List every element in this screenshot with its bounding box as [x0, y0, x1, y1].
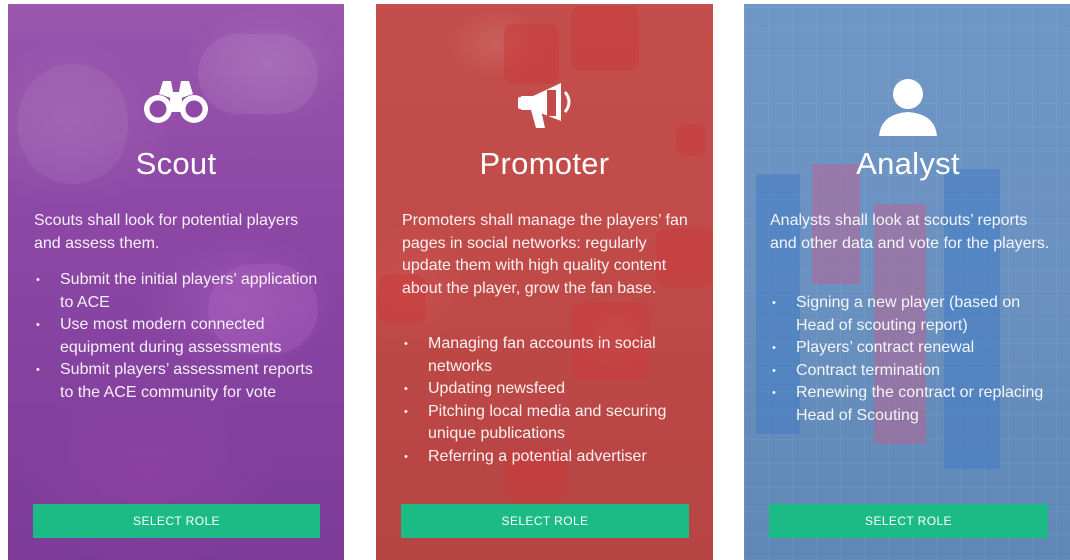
- list-item: Updating newsfeed: [402, 378, 699, 401]
- promoter-select-role-button[interactable]: SELECT ROLE: [401, 504, 689, 538]
- scout-role-card: Scout Scouts shall look for potential pl…: [8, 4, 344, 560]
- megaphone-icon: [517, 83, 570, 128]
- list-item: Pitching local media and securing unique…: [402, 401, 699, 446]
- list-item: Use most modern connected equipment duri…: [34, 314, 330, 359]
- analyst-role-card: Analyst Analysts shall look at scouts’ r…: [744, 4, 1070, 560]
- promoter-responsibilities-list: Managing fan accounts in social networks…: [402, 333, 699, 468]
- list-item: Signing a new player (based on Head of s…: [770, 292, 1058, 337]
- binoculars-icon: [144, 81, 208, 123]
- analyst-title: Analyst: [856, 146, 960, 181]
- analyst-select-role-button[interactable]: SELECT ROLE: [769, 504, 1048, 538]
- scout-select-role-button[interactable]: SELECT ROLE: [33, 504, 320, 538]
- user-icon: [879, 79, 937, 136]
- promoter-role-card: Promoter Promoters shall manage the play…: [376, 4, 713, 560]
- list-item: Players’ contract renewal: [770, 337, 1058, 360]
- promoter-title: Promoter: [479, 146, 610, 181]
- list-item: Referring a potential advertiser: [402, 446, 699, 469]
- analyst-responsibilities-list: Signing a new player (based on Head of s…: [770, 292, 1058, 427]
- scout-title: Scout: [135, 146, 217, 181]
- scout-responsibilities-list: Submit the initial players’ application …: [34, 269, 330, 404]
- scout-description: Scouts shall look for potential players …: [34, 212, 299, 252]
- list-item: Contract termination: [770, 360, 1058, 383]
- analyst-description: Analysts shall look at scouts’ reports a…: [770, 212, 1050, 252]
- list-item: Submit the initial players’ application …: [34, 269, 330, 314]
- promoter-description: Promoters shall manage the players’ fan …: [402, 212, 688, 297]
- list-item: Submit players’ assessment reports to th…: [34, 359, 330, 404]
- list-item: Managing fan accounts in social networks: [402, 333, 699, 378]
- list-item: Renewing the contract or replacing Head …: [770, 382, 1058, 427]
